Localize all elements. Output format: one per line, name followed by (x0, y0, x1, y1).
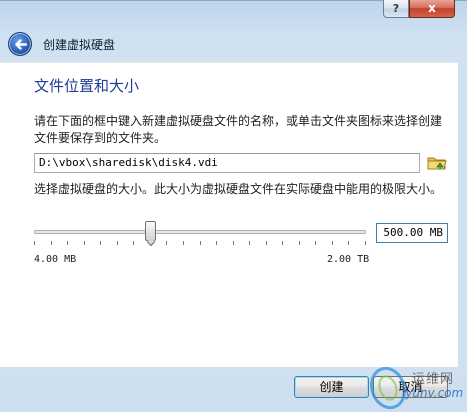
slider-tick (249, 241, 250, 245)
size-slider-ticks (34, 241, 366, 246)
slider-tick (183, 241, 184, 245)
size-slider-track[interactable] (34, 230, 366, 234)
slider-tick (51, 241, 52, 245)
slider-tick (200, 241, 201, 245)
close-button[interactable]: x (409, 0, 455, 18)
slider-tick (216, 241, 217, 245)
slider-tick (84, 241, 85, 245)
slider-tick (34, 241, 35, 245)
back-button[interactable] (8, 32, 32, 56)
folder-icon (427, 157, 447, 170)
slider-tick (100, 241, 101, 245)
create-button[interactable]: 创建 (294, 376, 369, 398)
slider-tick (282, 241, 283, 245)
size-description: 选择虚拟硬盘的大小。此大小为虚拟硬盘文件在实际硬盘中能用的极限大小。 (34, 182, 443, 196)
wizard-title: 创建虚拟硬盘 (43, 38, 116, 52)
content-panel: 文件位置和大小 请在下面的框中键入新建虚拟硬盘文件的名称，或单击文件夹图标来选择… (0, 62, 458, 367)
watermark-text: 运维网 (412, 372, 455, 387)
location-description: 请在下面的框中键入新建虚拟硬盘文件的名称，或单击文件夹图标来选择创建文件要保存到… (34, 114, 443, 145)
max-size-label: 2.00 TB (327, 254, 370, 265)
choose-folder-button[interactable] (426, 152, 448, 174)
min-size-label: 4.00 MB (34, 254, 77, 265)
slider-tick (67, 241, 68, 245)
slider-tick (315, 241, 316, 245)
slider-tick (299, 241, 300, 245)
slider-tick (233, 241, 234, 245)
help-button[interactable]: ? (383, 0, 409, 18)
slider-tick (117, 241, 118, 245)
file-path-input[interactable]: D:\vbox\sharedisk\disk4.vdi (34, 153, 420, 173)
frame-right-edge (458, 62, 467, 367)
size-slider-thumb[interactable] (145, 221, 156, 241)
slider-tick (332, 241, 333, 245)
slider-tick (133, 241, 134, 245)
slider-tick (348, 241, 349, 245)
section-title: 文件位置和大小 (34, 77, 140, 95)
size-input[interactable]: 500.00 MB (376, 223, 448, 243)
slider-tick (266, 241, 267, 245)
slider-tick (365, 241, 366, 245)
back-arrow-icon (15, 39, 28, 50)
watermark-url: iyunv.com (402, 386, 464, 400)
slider-tick (166, 241, 167, 245)
dialog-frame: ? x 创建虚拟硬盘 文件位置和大小 请在下面的框中键入新建虚拟硬盘文件的名称，… (0, 0, 467, 412)
